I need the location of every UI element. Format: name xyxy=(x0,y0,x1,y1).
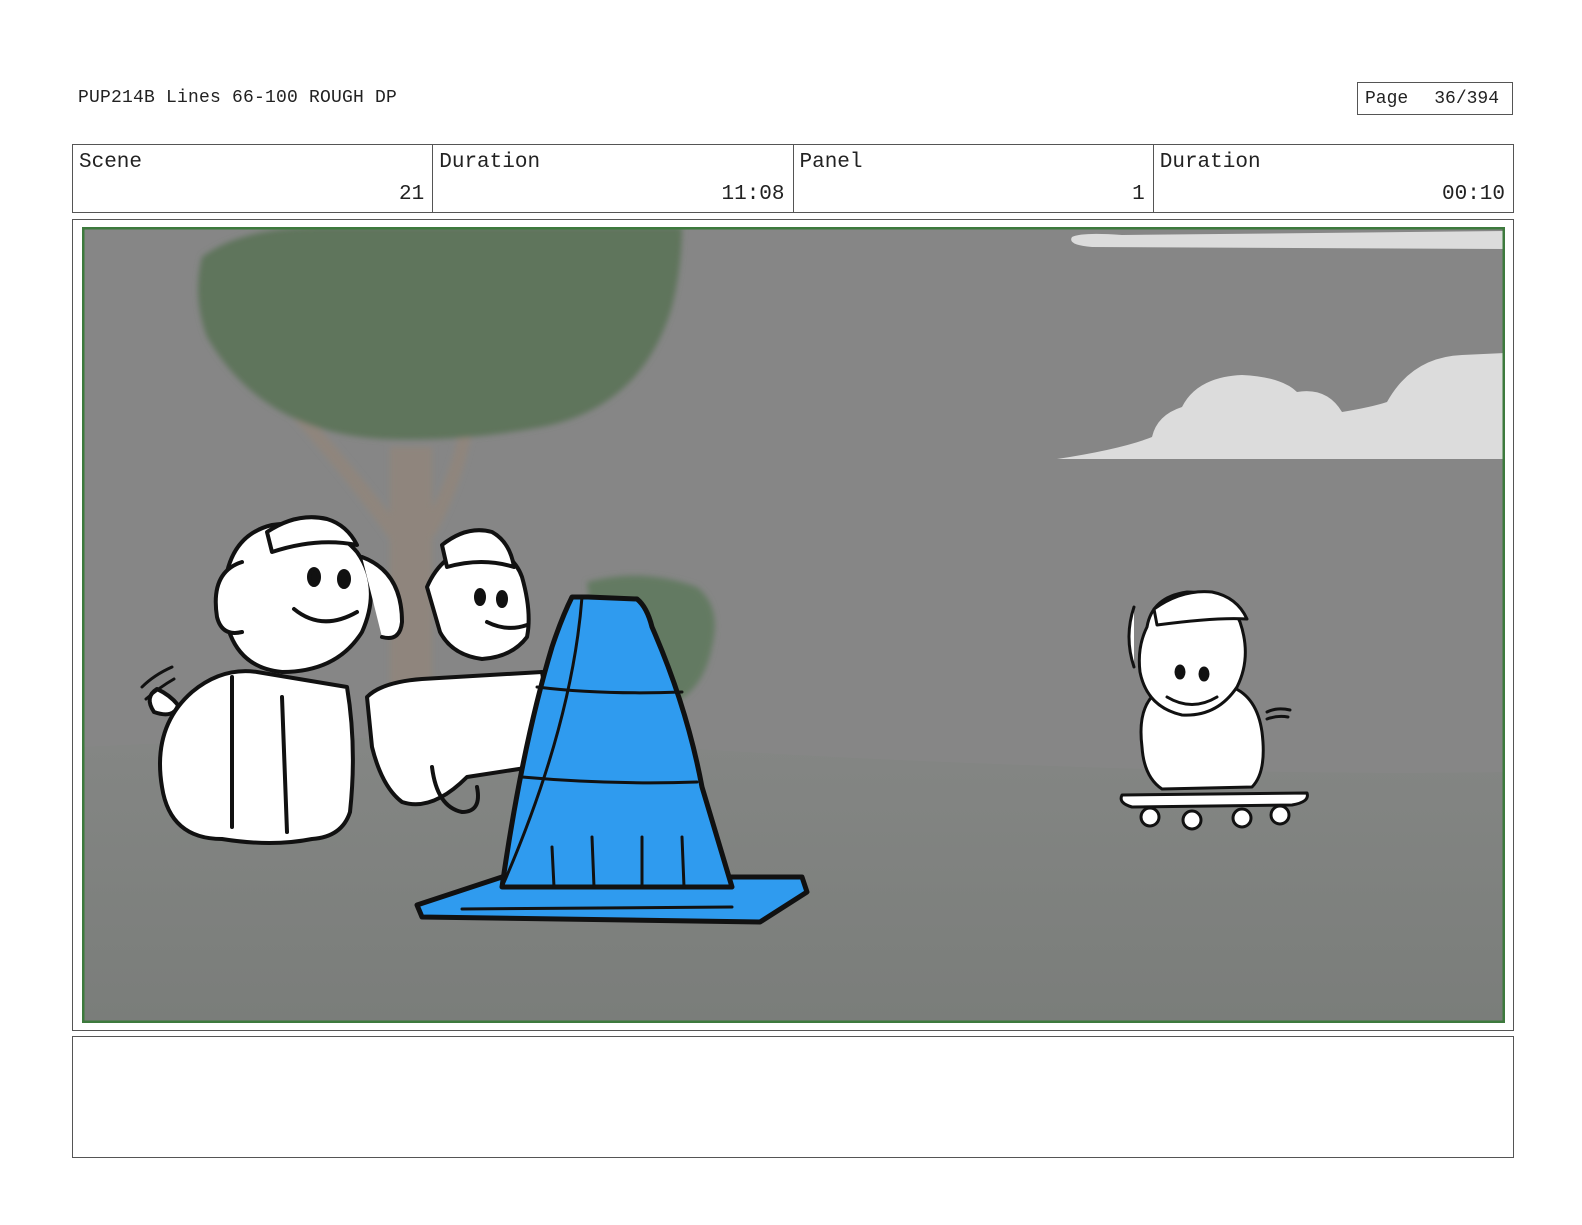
storyboard-drawing xyxy=(82,227,1505,1023)
document-title: PUP214B Lines 66-100 ROUGH DP xyxy=(78,88,398,108)
panel-notes-box xyxy=(72,1036,1514,1158)
panel-duration-cell: Duration 00:10 xyxy=(1154,145,1513,212)
scene-label: Scene xyxy=(79,151,143,174)
page-indicator: Page 36/394 xyxy=(1357,82,1513,115)
scene-duration-cell: Duration 11:08 xyxy=(433,145,794,212)
page-label: Page xyxy=(1365,88,1409,109)
panel-duration-label: Duration xyxy=(1159,151,1261,174)
page-number: 36/394 xyxy=(1434,88,1500,109)
panel-info-row: Scene 21 Duration 11:08 Panel 1 Duration… xyxy=(72,144,1514,213)
scene-duration-value: 11:08 xyxy=(721,183,785,206)
scene-duration-label: Duration xyxy=(439,151,541,174)
panel-cell: Panel 1 xyxy=(794,145,1154,212)
storyboard-panel-frame xyxy=(72,219,1514,1031)
scene-value: 21 xyxy=(399,183,425,206)
panel-label: Panel xyxy=(799,151,863,174)
panel-duration-value: 00:10 xyxy=(1441,183,1505,206)
scene-cell: Scene 21 xyxy=(73,145,434,212)
panel-value: 1 xyxy=(1132,183,1145,206)
